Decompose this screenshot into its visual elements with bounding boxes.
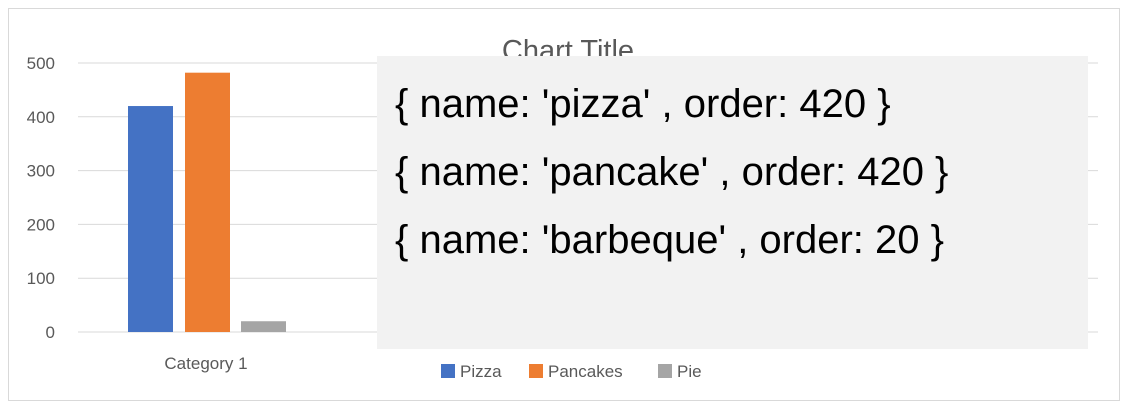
legend-swatch — [529, 364, 543, 378]
category-label: Category 1 — [164, 354, 247, 373]
overlay-line: { name: 'barbeque' , order: 20 } — [395, 218, 944, 262]
legend-label: Pie — [677, 362, 702, 381]
bars — [128, 72, 286, 333]
y-tick-label: 0 — [46, 323, 55, 342]
bar-pancakes — [185, 72, 230, 333]
overlay-line: { name: 'pancake' , order: 420 } — [395, 150, 949, 194]
legend-item: Pizza — [441, 362, 502, 381]
legend-label: Pizza — [460, 362, 502, 381]
legend-item: Pancakes — [529, 362, 623, 381]
legend-item: Pie — [658, 362, 702, 381]
overlay-line: { name: 'pizza' , order: 420 } — [395, 82, 891, 126]
legend-label: Pancakes — [548, 362, 623, 381]
y-tick-label: 200 — [27, 215, 55, 234]
json-overlay-box: { name: 'pizza' , order: 420 } { name: '… — [377, 56, 1088, 349]
category-axis: Category 1 — [164, 354, 247, 373]
y-tick-label: 400 — [27, 108, 55, 127]
bar-pie — [241, 321, 286, 332]
y-tick-label: 500 — [27, 54, 55, 73]
y-tick-label: 100 — [27, 269, 55, 288]
y-tick-label: 300 — [27, 162, 55, 181]
bar-pizza — [128, 106, 173, 332]
legend-swatch — [658, 364, 672, 378]
legend: Pizza Pancakes Pie — [441, 362, 702, 381]
legend-swatch — [441, 364, 455, 378]
y-axis-ticks: 0 100 200 300 400 500 — [27, 54, 55, 342]
